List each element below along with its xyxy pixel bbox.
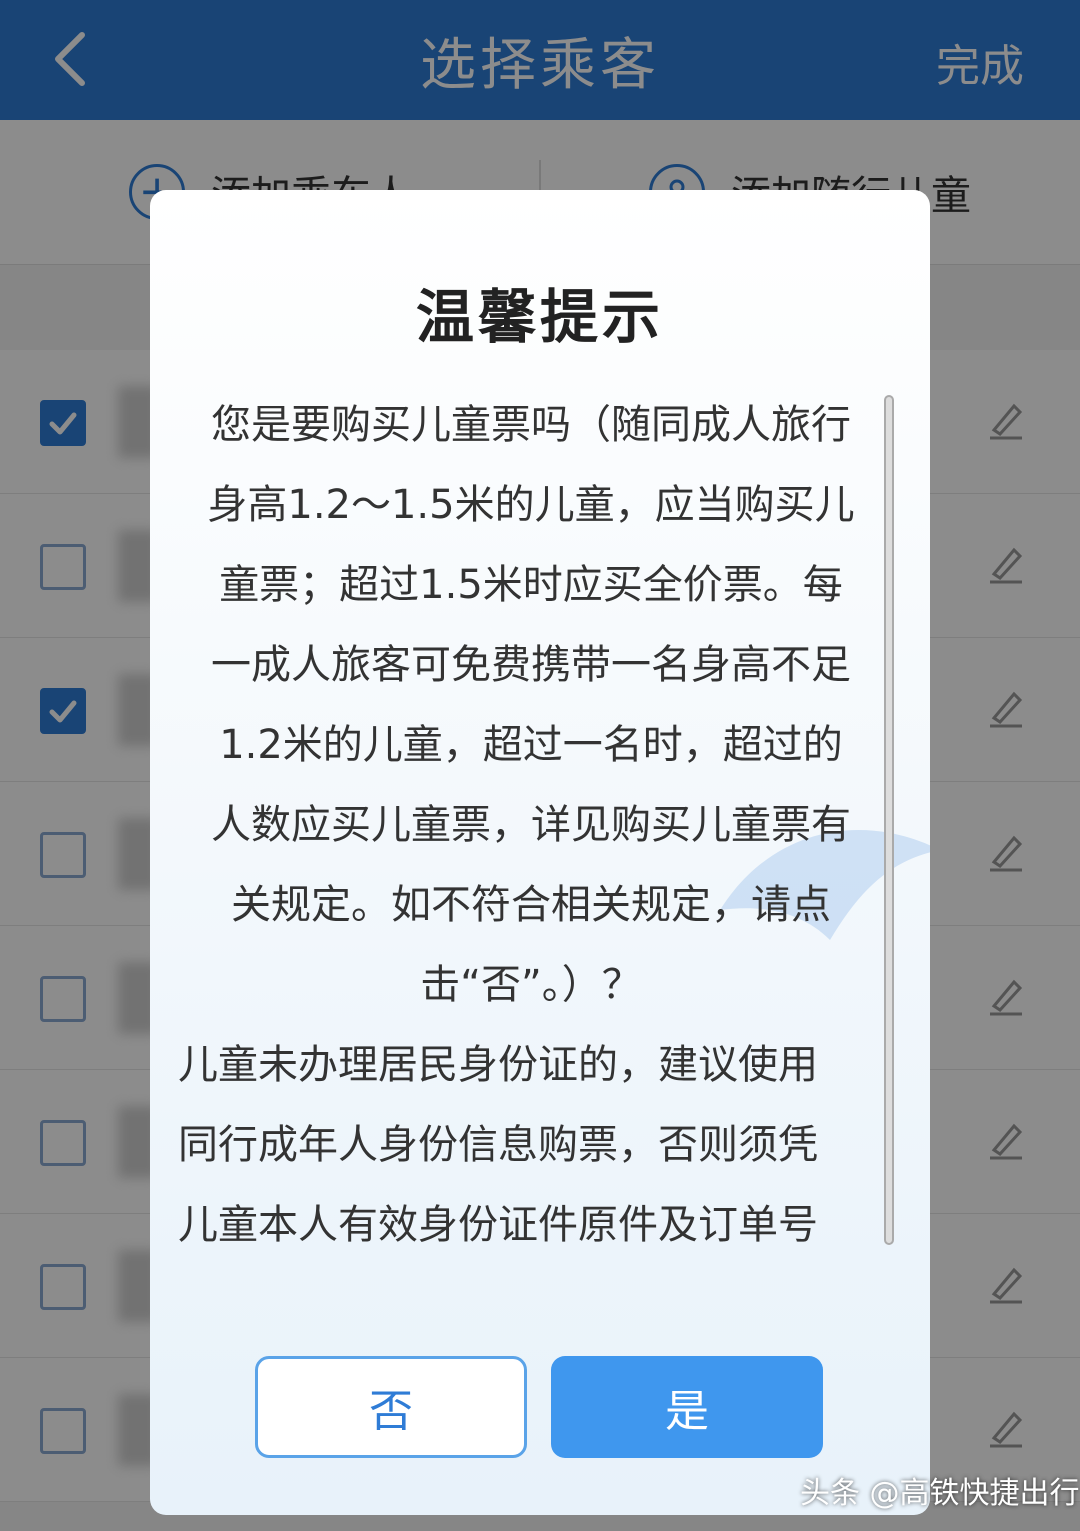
dialog-line: 人数应买儿童票，详见购买儿童票有 [211, 802, 851, 848]
dialog-line: 儿童本人有效身份证件原件及订单号 [178, 1202, 818, 1248]
no-button[interactable]: 否 [255, 1356, 527, 1458]
dialog-message: 您是要购买儿童票吗（随同成人旅行 身高1.2～1.5米的儿童，应当购买儿 童票；超过… [178, 385, 884, 1280]
screen: 选择乘客 完成 + 添加乘车人 添加随行儿童 温馨提示 您是要购买儿童票吗（随同 [0, 0, 1080, 1531]
dialog-line: 一成人旅客可免费携带一名身高不足 [211, 642, 851, 688]
notice-dialog: 温馨提示 您是要购买儿童票吗（随同成人旅行 身高1.2～1.5米的儿童，应当购买儿… [150, 190, 930, 1515]
dialog-line: 您是要购买儿童票吗（随同成人旅行 [211, 402, 851, 448]
dialog-line: 童票；超过1.5米时应买全价票。每 [219, 562, 843, 608]
dialog-title: 温馨提示 [415, 283, 664, 351]
yes-button[interactable]: 是 [551, 1356, 823, 1458]
dialog-line: 身高1.2～1.5米的儿童，应当购买儿 [207, 482, 855, 528]
dialog-line: 儿童未办理居民身份证的，建议使用 [178, 1042, 818, 1088]
dialog-line: 击“否”。）？ [420, 962, 642, 1008]
dialog-line: 在车站人工窗口换取纸质车票。 [178, 1265, 884, 1280]
dialog-scrollbar[interactable] [884, 395, 894, 1245]
dialog-line: 关规定。如不符合相关规定，请点 [231, 882, 831, 928]
dialog-line: 1.2米的儿童，超过一名时，超过的 [219, 722, 843, 768]
dialog-line: 同行成年人身份信息购票，否则须凭 [178, 1122, 818, 1168]
watermark-text: 头条 @高铁快捷出行 [800, 1476, 1080, 1511]
